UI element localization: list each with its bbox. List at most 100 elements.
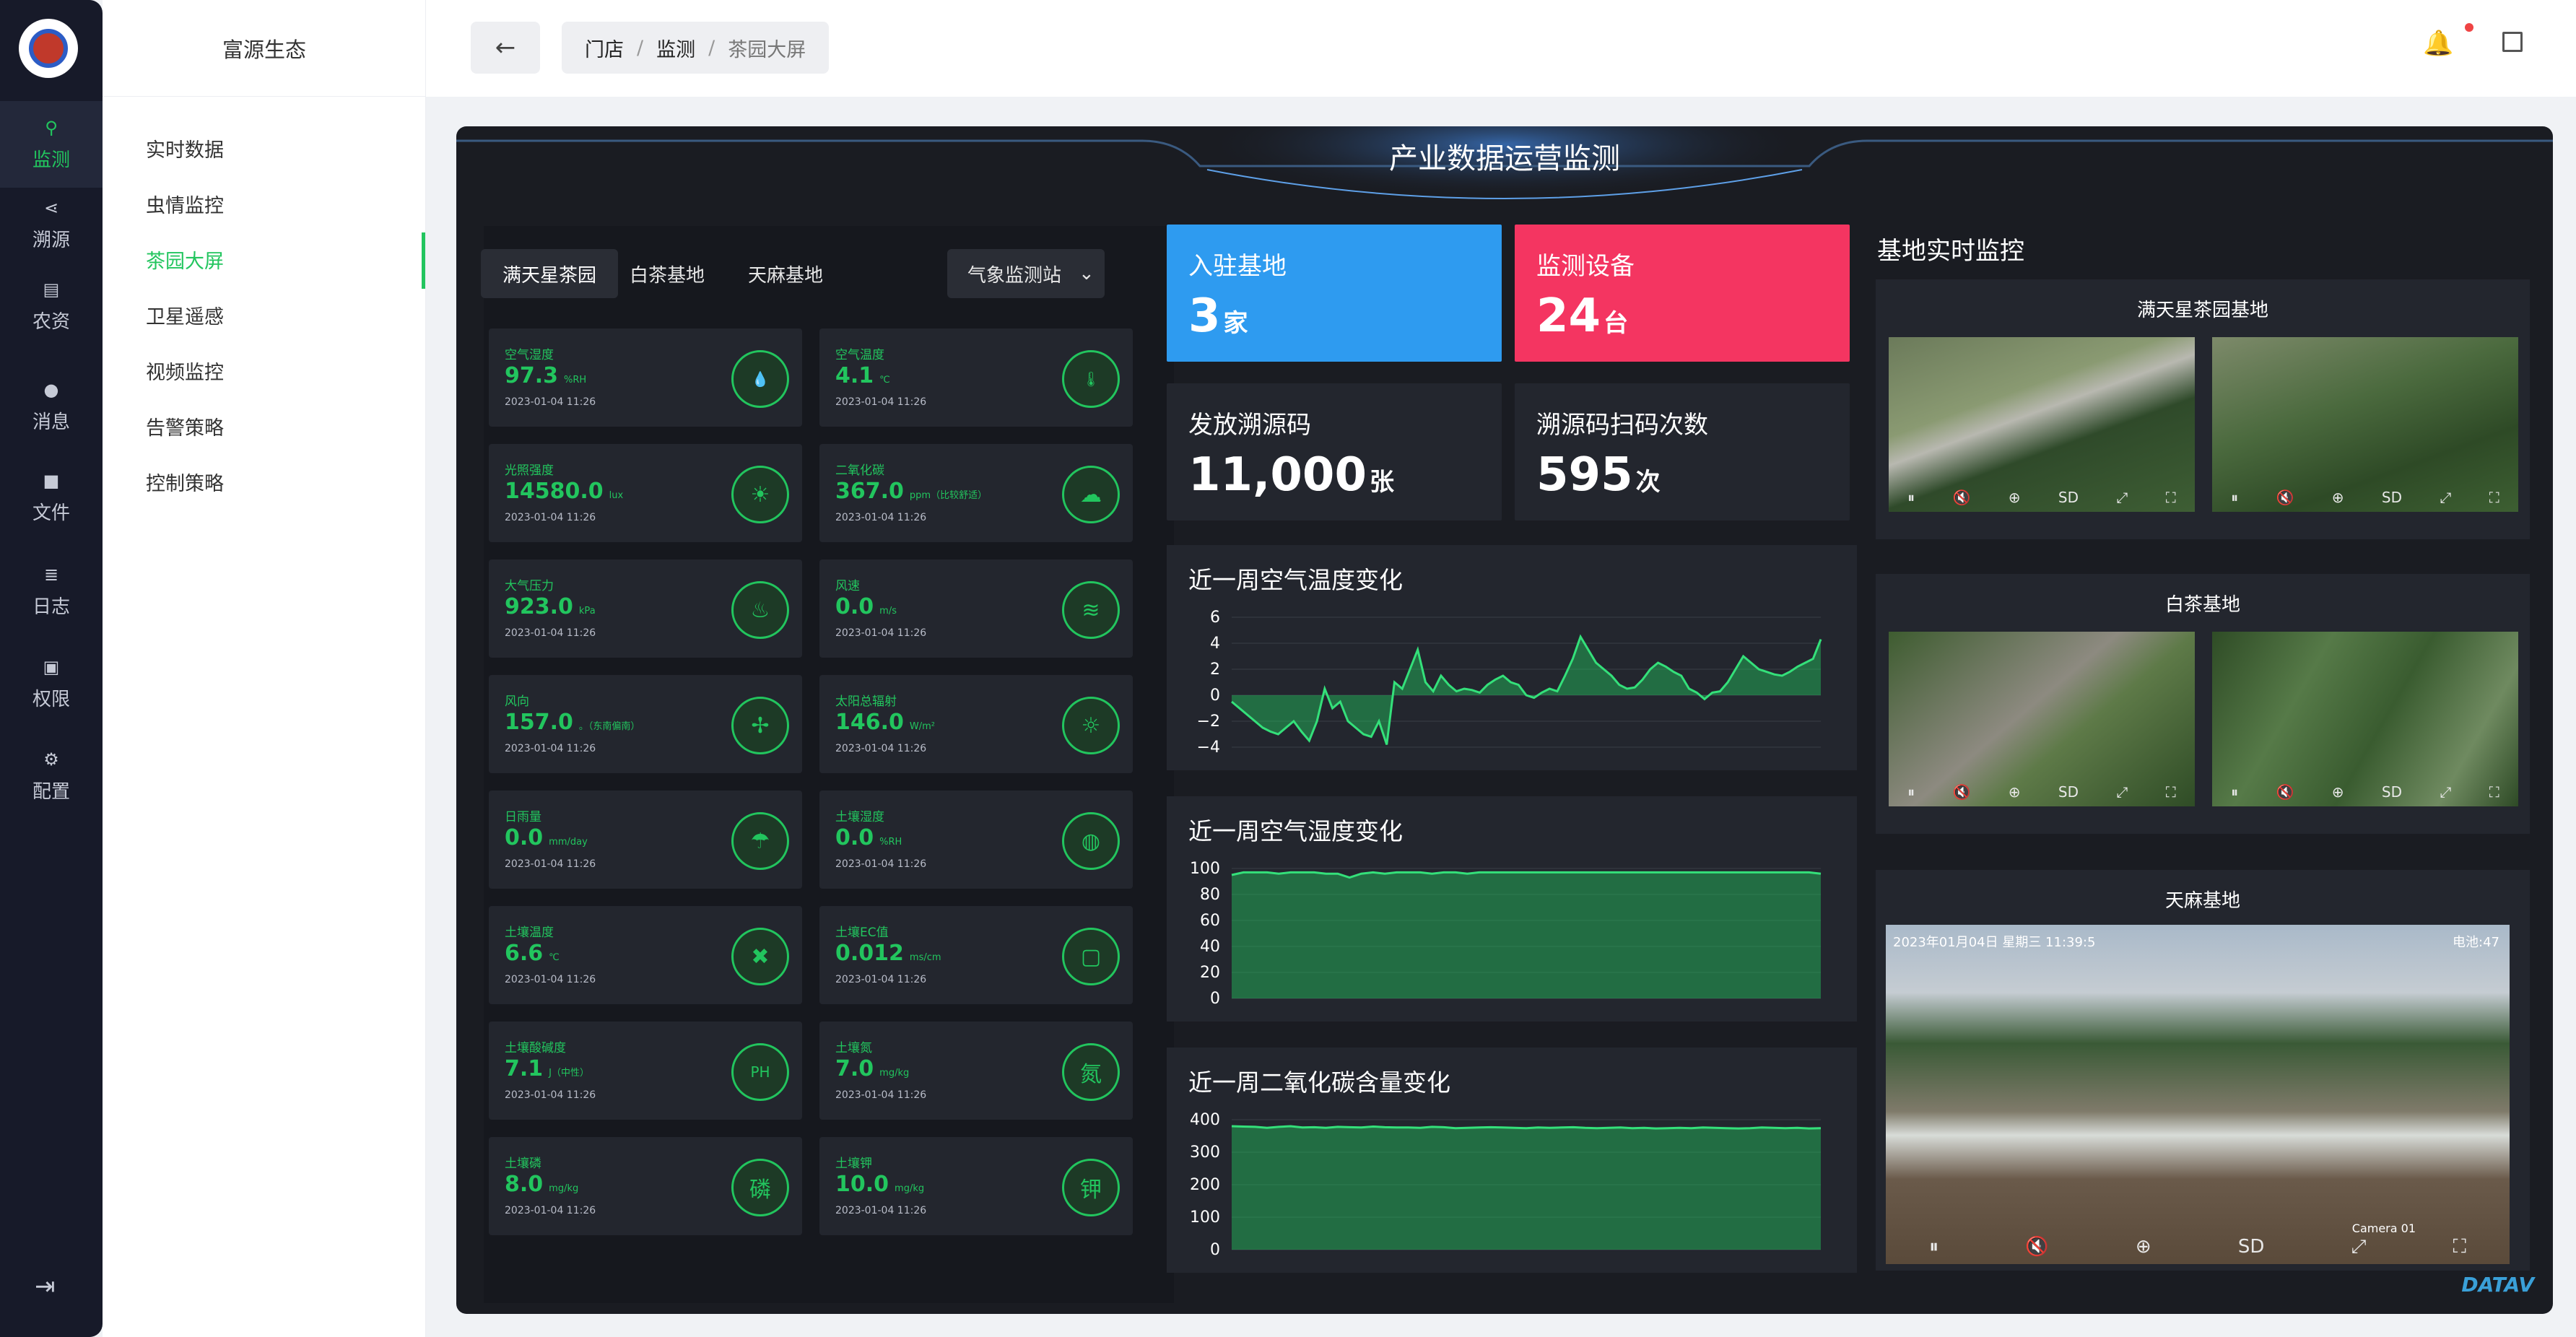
y-tick-label: 200 [1190,1176,1220,1194]
camera-feed[interactable]: ⏸ 🔇 ⊕ SD ⤢ ⛶ [2212,337,2518,512]
sensor-time: 2023-01-04 11:26 [505,1205,596,1216]
nav-item-5[interactable]: ≣ 日志 [0,549,103,634]
sub-item-0[interactable]: 实时数据 [146,126,425,170]
camera-control-icon[interactable]: ⊕ [2009,489,2021,506]
sub-item-2[interactable]: 茶园大屏 [146,237,425,282]
sensor-unit: mm/day [549,837,588,848]
sensor-value: 14580.0 [505,479,604,504]
camera-control-icon[interactable]: 🔇 [2276,489,2294,506]
sensor-value-row: 0.0 %RH [835,825,902,850]
camera-control-icon[interactable]: 🔇 [1953,489,1971,506]
camera-feed-large[interactable]: 2023年01月04日 星期三 11:39:5 电池:47 Camera 01 … [1886,925,2510,1264]
sensor-icon: 磷 [731,1159,789,1216]
sub-item-3[interactable]: 卫星遥感 [146,292,425,337]
bell-icon[interactable]: 🔔 [2423,29,2453,58]
nav-item-2[interactable]: ▤ 农资 [0,264,103,349]
sub-item-4[interactable]: 视频监控 [146,348,425,393]
camera-control-icon[interactable]: SD [2058,783,2079,801]
sensor-value: 367.0 [835,479,904,504]
camera-control-icon[interactable]: ⏸ [1907,489,1915,506]
nav-item-7[interactable]: ⚙ 配置 [0,733,103,819]
sensor-icon: 🌡 [1062,350,1120,408]
sub-item-6[interactable]: 控制策略 [146,459,425,504]
sub-item-1[interactable]: 虫情监控 [146,181,425,226]
camera-control-icon[interactable]: ⏸ [1907,783,1915,801]
crumb-store[interactable]: 门店 [585,34,624,62]
stat-value: 3 [1188,289,1221,343]
nav-item-1[interactable]: ⋖ 溯源 [0,182,103,267]
station-select[interactable]: 气象监测站 ⌄ [947,249,1105,298]
camera-control-icon[interactable]: ⏸ [1929,1236,1938,1258]
camera-control-icon[interactable]: ⤢ [2116,489,2128,506]
nav-item-3[interactable]: ● 消息 [0,364,103,449]
camera-control-icon[interactable]: ⊕ [2136,1236,2151,1258]
nav-item-label: 文件 [32,502,70,524]
y-tick-label: 6 [1210,609,1220,627]
camera-control-icon[interactable]: ⛶ [2489,783,2499,801]
camera-control-icon[interactable]: SD [2058,489,2079,506]
camera-controls: ⏸ 🔇 ⊕ SD ⤢ ⛶ [2212,489,2518,506]
camera-control-icon[interactable]: ⏸ [2231,783,2238,801]
box-icon: ▤ [43,279,60,300]
chart-title: 近一周空气湿度变化 [1188,817,1403,845]
sensor-icon: ☼ [1062,697,1120,754]
logout-icon[interactable]: ⇥ [35,1272,56,1301]
sensor-time: 2023-01-04 11:26 [835,974,927,985]
camera-control-icon[interactable]: SD [2382,489,2402,506]
camera-control-icon[interactable]: ⤢ [2440,489,2451,506]
camera-control-icon[interactable]: 🔇 [1953,783,1971,801]
nav-item-6[interactable]: ▣ 权限 [0,641,103,726]
crumb-monitor[interactable]: 监测 [656,34,695,62]
camera-label: Camera 01 [2351,1221,2416,1235]
station-value: 气象监测站 [967,264,1062,287]
camera-control-icon[interactable]: ⤢ [2351,1236,2367,1258]
y-tick-label: −2 [1197,713,1220,731]
tab-mantianxing[interactable]: 满天星茶园 [481,249,619,298]
camera-control-icon[interactable]: ⤢ [2440,783,2451,801]
camera-section-title: 基地实时监控 [1877,237,2024,266]
camera-control-icon[interactable]: ⊕ [2009,783,2021,801]
nav-item-0[interactable]: ⚲ 监测 [0,101,103,188]
tab-tianma[interactable]: 天麻基地 [726,249,845,298]
camera-control-icon[interactable]: SD [2238,1236,2265,1258]
camera-control-icon[interactable]: ⛶ [2453,1236,2466,1258]
y-tick-label: 300 [1190,1144,1220,1162]
camera-control-icon[interactable]: ⊕ [2332,783,2344,801]
back-button[interactable]: ← [471,22,540,74]
nav-item-4[interactable]: ■ 文件 [0,455,103,540]
camera-control-icon[interactable]: ⛶ [2489,489,2499,506]
camera-feed[interactable]: ⏸ 🔇 ⊕ SD ⤢ ⛶ [1889,632,2195,806]
sensor-value-row: 97.3 %RH [505,363,586,388]
camera-control-icon[interactable]: ⊕ [2332,489,2344,506]
sensor-label: 二氧化碳 [835,463,884,478]
camera-feed[interactable]: ⏸ 🔇 ⊕ SD ⤢ ⛶ [1889,337,2195,512]
series-line [1231,1125,1822,1130]
sensor-label: 大气压力 [505,579,554,593]
sub-item-5[interactable]: 告警策略 [146,404,425,448]
sensor-label: 土壤EC值 [835,926,889,940]
main-nav: ⚲ 监测 ⋖ 溯源 ▤ 农资 ● 消息 ■ 文件 ≣ 日志 ▣ 权限 ⚙ 配置 ⇥ [0,0,103,1337]
y-tick-label: −4 [1197,739,1220,757]
camera-feed[interactable]: ⏸ 🔇 ⊕ SD ⤢ ⛶ [2212,632,2518,806]
tab-baicha[interactable]: 白茶基地 [608,249,726,298]
camera-control-icon[interactable]: ⤢ [2116,783,2128,801]
series-area [1232,1126,1821,1250]
camera-control-icon[interactable]: ⏸ [2231,489,2238,506]
stat-unit: 台 [1604,309,1629,338]
sensor-value-row: 146.0 W/m² [835,710,935,735]
camera-control-icon[interactable]: 🔇 [2276,783,2294,801]
camera-control-icon[interactable]: ⛶ [2166,783,2176,801]
camera-control-icon[interactable]: ⛶ [2166,489,2176,506]
sensor-card: 土壤温度 6.6 ℃ 2023-01-04 11:26 ✖ [489,906,802,1004]
camera-control-icon[interactable]: SD [2382,783,2402,801]
sensor-unit: ℃ [549,952,560,963]
camera-controls: ⏸ 🔇 ⊕ SD ⤢ ⛶ [1889,783,2195,801]
sensor-time: 2023-01-04 11:26 [835,627,927,639]
id-card-icon: ▣ [43,656,60,677]
chart-title: 近一周空气温度变化 [1188,566,1403,594]
nav-item-label: 配置 [32,780,70,803]
fullscreen-icon[interactable] [2502,32,2523,52]
crumb-sep: / [637,36,644,59]
chart-temperature: 近一周空气温度变化 6 4 2 0 −2 −4 [1167,545,1857,770]
camera-control-icon[interactable]: 🔇 [2025,1236,2048,1258]
